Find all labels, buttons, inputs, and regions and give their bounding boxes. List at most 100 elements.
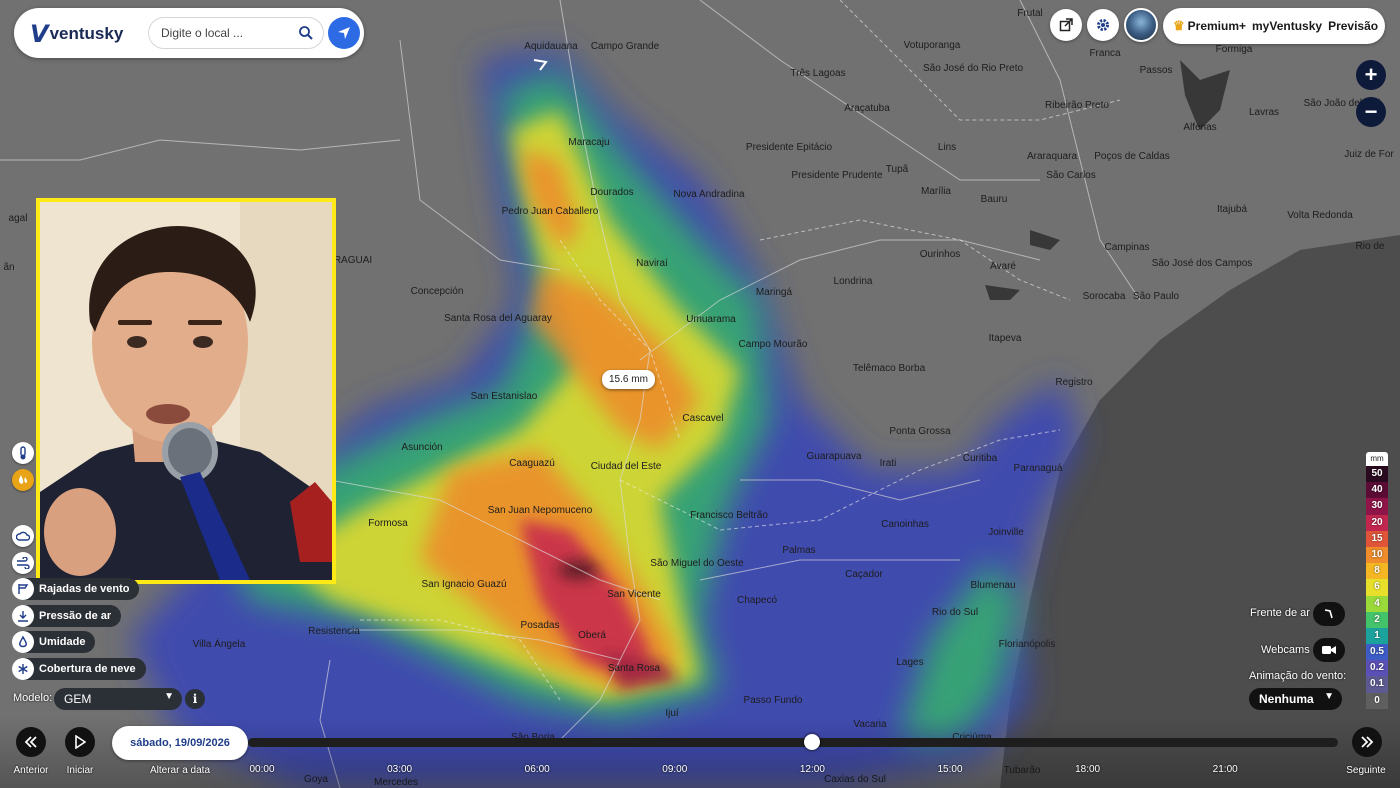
city-label: Oberá <box>578 630 606 641</box>
layer-label: Pressão de ar <box>39 610 112 622</box>
premium-menu: ♛ Premium+ myVentusky Previsão <box>1163 8 1385 44</box>
city-label: Aquidauana <box>524 41 578 52</box>
city-label: Telêmaco Borba <box>852 363 926 374</box>
user-avatar[interactable] <box>1124 8 1158 42</box>
legend-cell: 6 <box>1366 579 1388 596</box>
front-toggle[interactable] <box>1313 602 1345 626</box>
city-label: Rio de <box>1355 241 1385 252</box>
layer-air-pressure[interactable]: Pressão de ar <box>12 605 122 627</box>
legend-cell: 40 <box>1366 482 1388 499</box>
city-label: São Paulo <box>1132 291 1180 302</box>
legend-cell: 15 <box>1366 530 1388 547</box>
city-label: Avaré <box>990 261 1016 272</box>
legend-cell: 0.1 <box>1366 676 1388 693</box>
previsao-link[interactable]: Previsão <box>1328 19 1378 33</box>
layer-temperature[interactable] <box>12 442 34 464</box>
zoom-in-button[interactable]: + <box>1356 60 1386 90</box>
layer-snow-cover[interactable]: Cobertura de neve <box>12 658 146 680</box>
city-label: Lages <box>896 657 924 668</box>
search-bar: V ventusky <box>14 8 364 58</box>
timeline-track[interactable] <box>248 738 1338 747</box>
crown-icon: ♛ <box>1173 18 1185 33</box>
humidity-icon <box>12 631 34 653</box>
app-root: Aquidauana Campo Grande Frutal Votuporanga F… <box>0 0 1400 788</box>
timeline-tick-label: 15:00 <box>937 764 963 775</box>
next-button[interactable] <box>1352 727 1382 757</box>
webcams-toggle[interactable] <box>1313 638 1345 662</box>
rewind-icon <box>24 736 37 748</box>
premium-link[interactable]: Premium+ <box>1188 19 1246 33</box>
cloud-icon <box>16 531 30 541</box>
city-label: Florianópolis <box>998 639 1056 650</box>
city-label: Campo Grande <box>590 41 660 52</box>
date-picker-button[interactable]: sábado, 19/09/2026 <box>112 726 248 760</box>
city-label: Paranaguá <box>1013 463 1063 474</box>
city-label: Nova Andradina <box>673 189 745 200</box>
previous-button[interactable] <box>16 727 46 757</box>
city-label: Ciudad del Este <box>590 461 662 472</box>
legend-cell: 4 <box>1366 595 1388 612</box>
layer-clouds[interactable] <box>12 525 34 547</box>
city-label: Três Lagoas <box>790 68 846 79</box>
wind-gust-icon <box>12 578 34 600</box>
share-button[interactable] <box>1050 9 1082 41</box>
fast-forward-icon <box>1361 736 1374 748</box>
city-label: Ourinhos <box>919 249 961 260</box>
timeline-tick-label: 18:00 <box>1075 764 1101 775</box>
thermometer-icon <box>20 446 26 460</box>
city-label: San Juan Nepomuceno <box>487 505 593 516</box>
next-label: Seguinte <box>1346 765 1386 776</box>
city-label: Chapecó <box>736 595 778 606</box>
webcams-label: Webcams <box>1261 644 1310 656</box>
wind-animation-label: Animação do vento: <box>1249 670 1347 682</box>
layer-wind-gusts[interactable]: Rajadas de vento <box>12 578 140 600</box>
city-label: Canoinhas <box>881 519 929 530</box>
city-label: Registro <box>1055 377 1093 388</box>
city-label: Ribeirão Preto <box>1045 100 1109 111</box>
city-label: Villa Ángela <box>192 639 246 650</box>
logo-text: ventusky <box>49 24 124 43</box>
wind-animation-select[interactable]: Nenhuma ▼ <box>1249 688 1342 710</box>
model-select[interactable]: GEM ▼ <box>54 688 182 710</box>
layer-humidity[interactable]: Umidade <box>12 631 96 653</box>
city-label: Maringá <box>755 287 793 298</box>
myventusky-link[interactable]: myVentusky <box>1252 19 1322 33</box>
city-label: São Carlos <box>1046 170 1096 181</box>
layer-wind[interactable] <box>12 552 34 574</box>
city-label: Caçador <box>845 569 883 580</box>
navigation-arrow-icon <box>338 27 350 39</box>
drops-icon <box>18 475 28 484</box>
layer-precipitation-accumulated[interactable] <box>12 469 34 491</box>
city-label: Frutal <box>1017 8 1043 19</box>
timeline-tick-label: 12:00 <box>799 764 825 775</box>
snow-icon <box>12 658 34 680</box>
city-label: Dourados <box>590 187 634 198</box>
locate-button[interactable] <box>328 17 360 49</box>
search-icon[interactable] <box>298 25 314 41</box>
city-label: Ponta Grossa <box>889 426 951 437</box>
city-label: Presidente Prudente <box>791 170 883 181</box>
city-label: Naviraí <box>636 258 668 269</box>
change-date-label: Alterar a data <box>149 765 211 776</box>
city-label: Sorocaba <box>1082 291 1126 302</box>
presenter-image <box>40 202 332 580</box>
city-label: Rio do Sul <box>931 607 979 618</box>
city-label: Bauru <box>980 194 1008 205</box>
city-label: Guarapuava <box>806 451 862 462</box>
city-label: Votuporanga <box>903 40 961 51</box>
play-button[interactable] <box>65 727 95 757</box>
legend-cell: 50 <box>1366 466 1388 483</box>
city-label: Presidente Epitácio <box>745 142 833 153</box>
zoom-out-button[interactable]: − <box>1356 97 1386 127</box>
settings-button[interactable] <box>1087 9 1119 41</box>
model-info-button[interactable]: i <box>185 689 205 709</box>
play-label: Iniciar <box>66 765 94 776</box>
city-label: Volta Redonda <box>1287 210 1353 221</box>
city-label: Joinville <box>988 527 1024 538</box>
ventusky-logo[interactable]: V ventusky <box>30 20 123 48</box>
city-label: Formiga <box>1215 44 1253 55</box>
city-label: Santa Rosa <box>607 663 661 674</box>
city-label: Lavras <box>1248 107 1280 118</box>
city-label: Concepción <box>410 286 464 297</box>
city-label: Londrina <box>833 276 873 287</box>
